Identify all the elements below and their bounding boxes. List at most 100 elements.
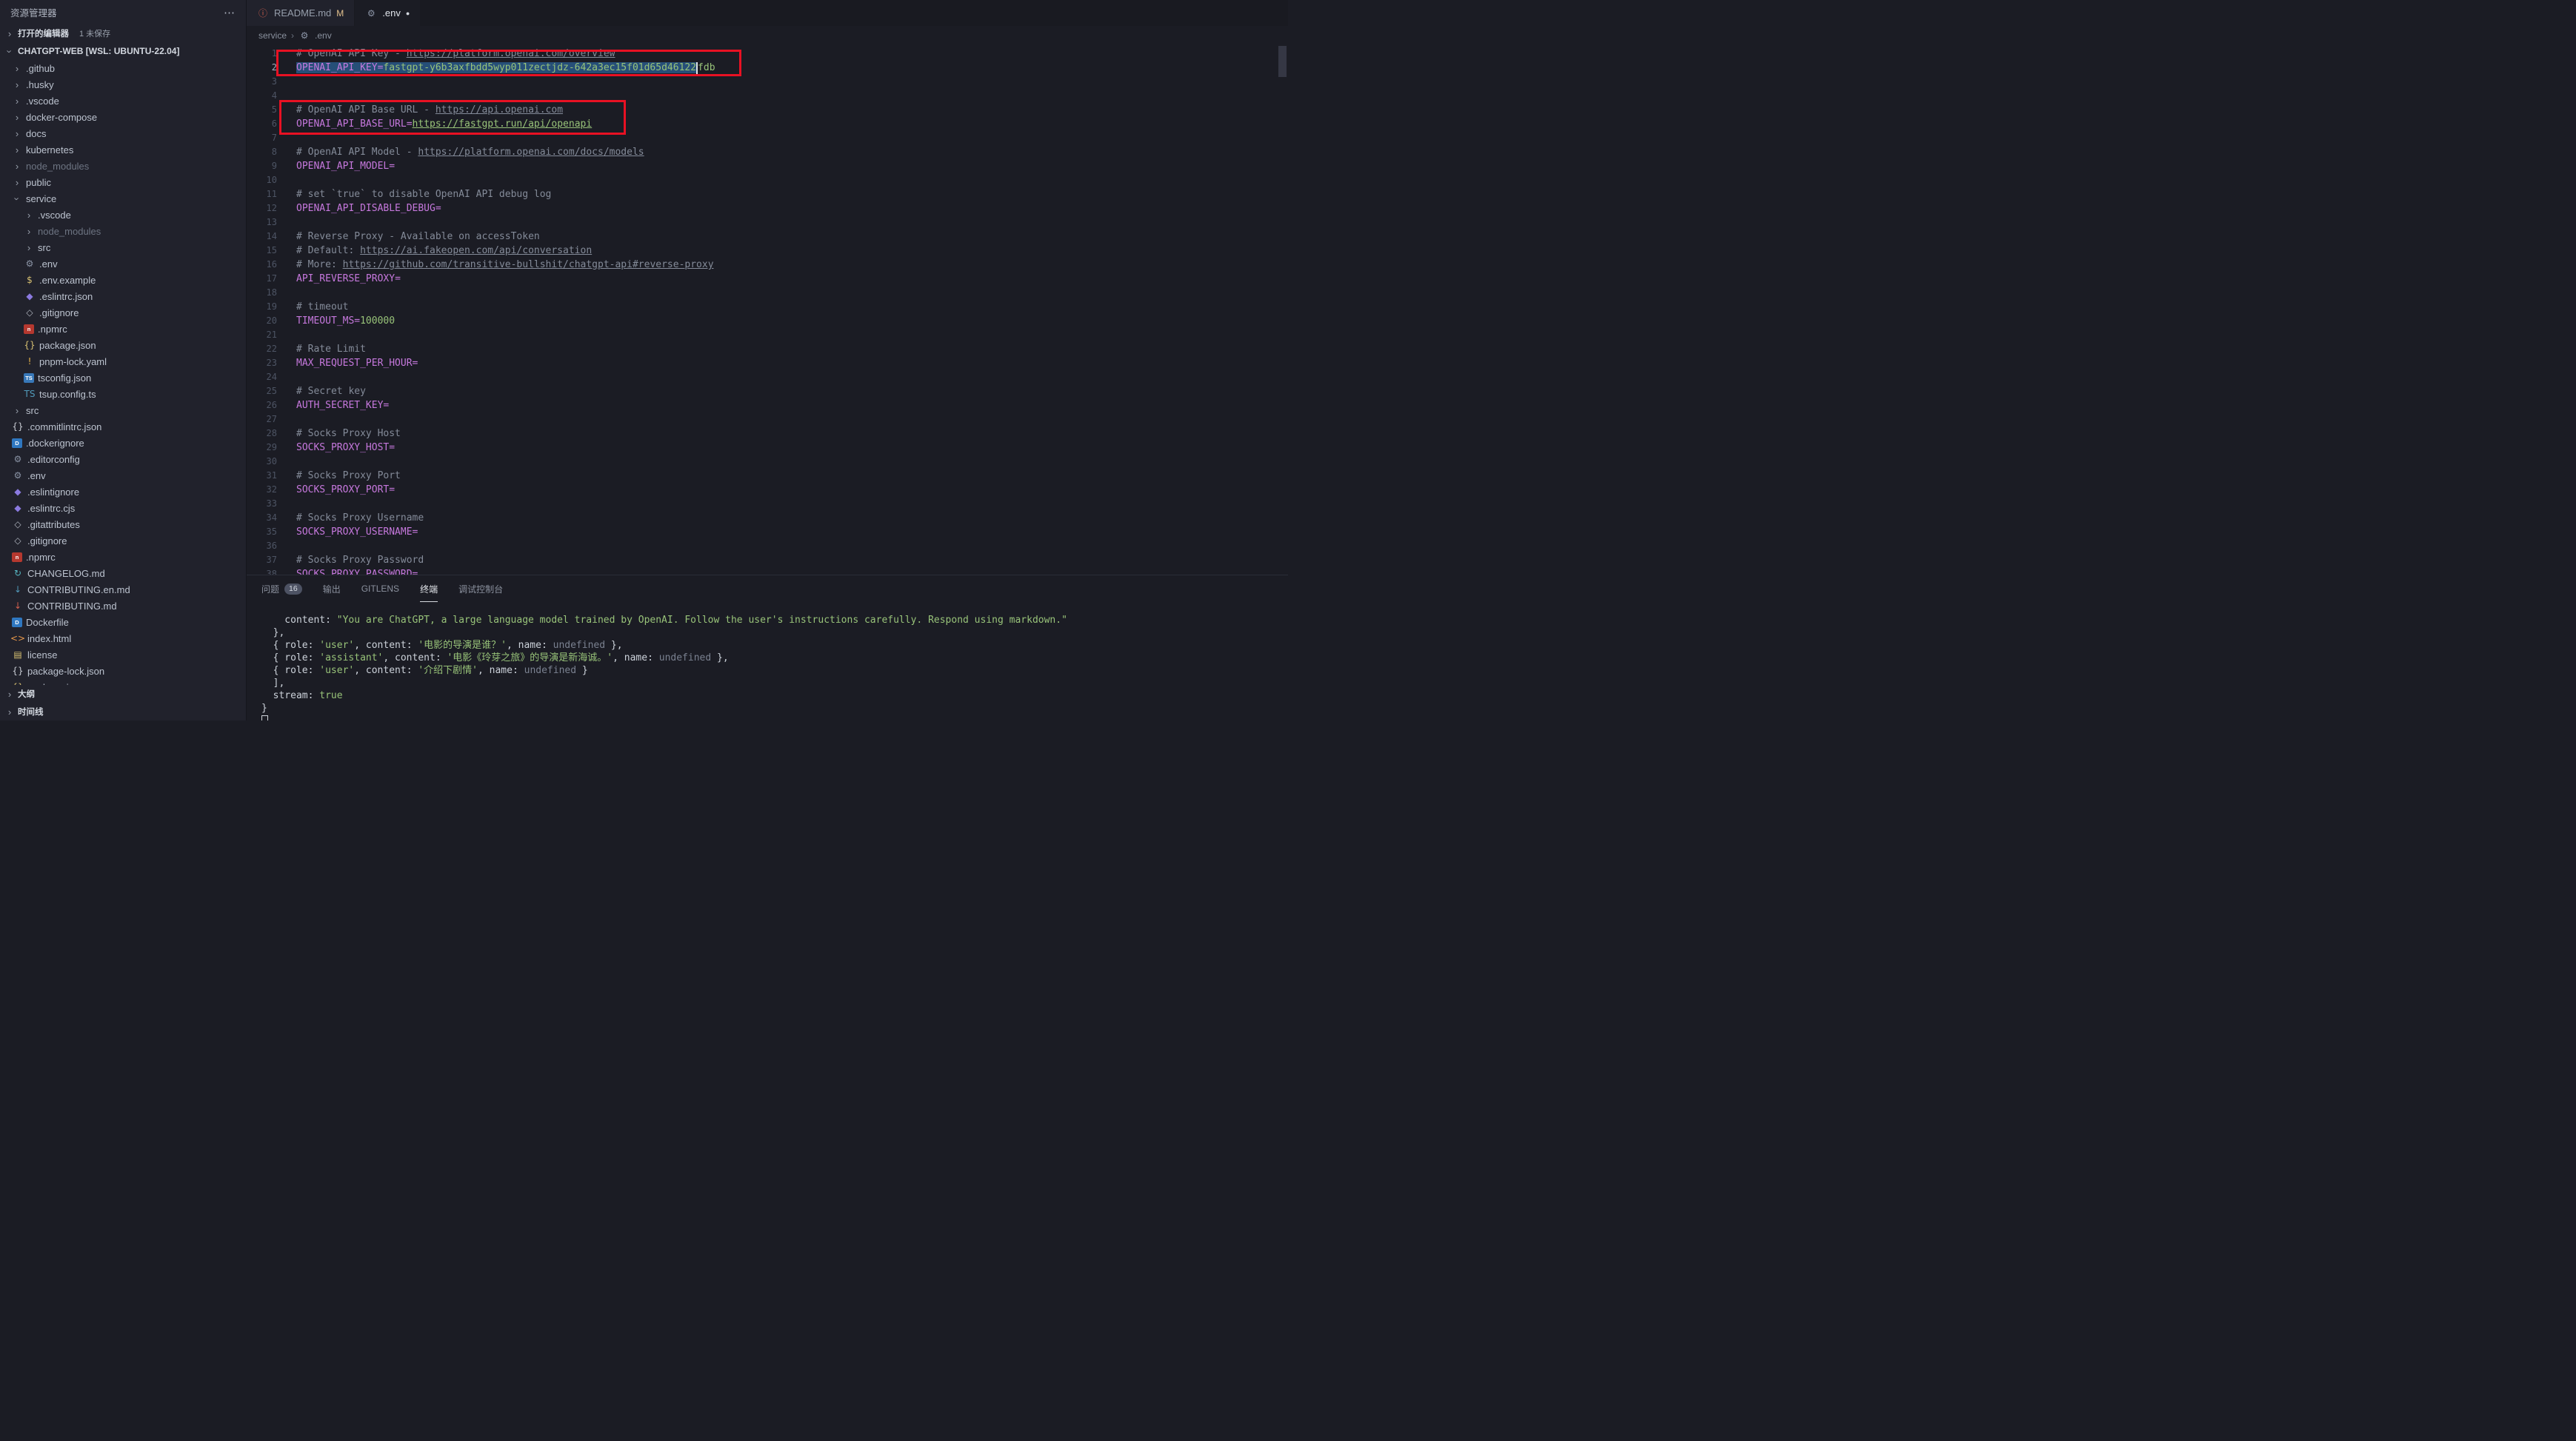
code-line[interactable]: 14# Reverse Proxy - Available on accessT…: [247, 230, 1288, 244]
code-line[interactable]: 13: [247, 215, 1288, 230]
terminal-line: { role: 'user', content: '电影的导演是谁？', nam…: [261, 639, 1288, 652]
tree-folder-docs[interactable]: ›docs: [0, 125, 246, 141]
code-text: # Rate Limit: [277, 342, 366, 356]
tree-file--gitattributes[interactable]: ◇.gitattributes: [0, 516, 246, 532]
dirty-indicator[interactable]: ●: [406, 10, 410, 17]
code-line[interactable]: 6OPENAI_API_BASE_URL=https://fastgpt.run…: [247, 117, 1288, 131]
tree-file--editorconfig[interactable]: ⚙.editorconfig: [0, 451, 246, 467]
line-number: 16: [247, 258, 277, 272]
code-line[interactable]: 25# Secret key: [247, 384, 1288, 398]
code-line[interactable]: 19# timeout: [247, 300, 1288, 314]
code-line[interactable]: 27: [247, 412, 1288, 427]
terminal-output[interactable]: content: "You are ChatGPT, a large langu…: [247, 602, 1288, 720]
tree-folder-docker-compose[interactable]: ›docker-compose: [0, 109, 246, 125]
code-line[interactable]: 29SOCKS_PROXY_HOST=: [247, 441, 1288, 455]
code-line[interactable]: 12OPENAI_API_DISABLE_DEBUG=: [247, 201, 1288, 215]
tree-file-package-json[interactable]: {}package.json: [0, 679, 246, 685]
code-line[interactable]: 32SOCKS_PROXY_PORT=: [247, 483, 1288, 497]
breadcrumb-item-service[interactable]: service: [258, 30, 287, 41]
code-line[interactable]: 35SOCKS_PROXY_USERNAME=: [247, 525, 1288, 539]
code-line[interactable]: 16# More: https://github.com/transitive-…: [247, 258, 1288, 272]
project-root-label: CHATGPT-WEB [WSL: UBUNTU-22.04]: [18, 46, 179, 56]
tree-file-contributing-md[interactable]: ↓CONTRIBUTING.md: [0, 598, 246, 614]
code-line[interactable]: 11# set `true` to disable OpenAI API deb…: [247, 187, 1288, 201]
code-line[interactable]: 8# OpenAI API Model - https://platform.o…: [247, 145, 1288, 159]
timeline-section-header[interactable]: › 时间线: [0, 703, 246, 720]
tree-folder-node-modules[interactable]: ›node_modules: [0, 158, 246, 174]
tree-folder-src[interactable]: ›src: [0, 239, 246, 255]
tree-file--gitignore[interactable]: ◇.gitignore: [0, 532, 246, 549]
code-line[interactable]: 23MAX_REQUEST_PER_HOUR=: [247, 356, 1288, 370]
code-line[interactable]: 26AUTH_SECRET_KEY=: [247, 398, 1288, 412]
code-line[interactable]: 37# Socks Proxy Password: [247, 553, 1288, 567]
tree-folder-service[interactable]: ›service: [0, 190, 246, 207]
tree-file--commitlintrc-json[interactable]: {}.commitlintrc.json: [0, 418, 246, 435]
panel-tab-gitlens[interactable]: GITLENS: [361, 575, 399, 602]
code-line[interactable]: 4: [247, 89, 1288, 103]
tree-file--env-example[interactable]: $.env.example: [0, 272, 246, 288]
tree-file--dockerignore[interactable]: D.dockerignore: [0, 435, 246, 451]
tree-folder-kubernetes[interactable]: ›kubernetes: [0, 141, 246, 158]
code-line[interactable]: 9OPENAI_API_MODEL=: [247, 159, 1288, 173]
tree-file--env[interactable]: ⚙.env: [0, 467, 246, 484]
tree-file--npmrc[interactable]: n.npmrc: [0, 549, 246, 565]
code-line[interactable]: 33: [247, 497, 1288, 511]
code-line[interactable]: 3: [247, 75, 1288, 89]
editor-scrollbar-thumb[interactable]: [1278, 46, 1287, 77]
tree-file-tsconfig-json[interactable]: TStsconfig.json: [0, 370, 246, 386]
tree-file-package-lock-json[interactable]: {}package-lock.json: [0, 663, 246, 679]
breadcrumb-item-env[interactable]: .env: [315, 30, 332, 41]
tree-file-contributing-en-md[interactable]: ↓CONTRIBUTING.en.md: [0, 581, 246, 598]
code-editor[interactable]: 1# OpenAI API Key - https://platform.ope…: [247, 45, 1288, 575]
code-line[interactable]: 2OPENAI_API_KEY=fastgpt-y6b3axfbdd5wyp01…: [247, 61, 1288, 75]
code-line[interactable]: 17API_REVERSE_PROXY=: [247, 272, 1288, 286]
tree-folder-node-modules[interactable]: ›node_modules: [0, 223, 246, 239]
outline-section-header[interactable]: › 大纲: [0, 685, 246, 703]
code-line[interactable]: 21: [247, 328, 1288, 342]
tree-file-package-json[interactable]: {}package.json: [0, 337, 246, 353]
code-line[interactable]: 34# Socks Proxy Username: [247, 511, 1288, 525]
tree-file-index-html[interactable]: <>index.html: [0, 630, 246, 646]
tab--env[interactable]: ⚙.env●: [355, 0, 421, 26]
tree-file--eslintrc-json[interactable]: ◆.eslintrc.json: [0, 288, 246, 304]
tree-folder-src[interactable]: ›src: [0, 402, 246, 418]
code-line[interactable]: 20TIMEOUT_MS=100000: [247, 314, 1288, 328]
tree-folder-public[interactable]: ›public: [0, 174, 246, 190]
tree-file-changelog-md[interactable]: ↻CHANGELOG.md: [0, 565, 246, 581]
code-line[interactable]: 7: [247, 131, 1288, 145]
tree-folder--husky[interactable]: ›.husky: [0, 76, 246, 93]
tree-folder--vscode[interactable]: ›.vscode: [0, 93, 246, 109]
panel-tab--[interactable]: 调试控制台: [458, 575, 503, 602]
code-line[interactable]: 28# Socks Proxy Host: [247, 427, 1288, 441]
panel-tab--[interactable]: 问题16: [261, 575, 302, 602]
more-actions-button[interactable]: ⋯: [224, 6, 236, 19]
code-line[interactable]: 10: [247, 173, 1288, 187]
code-line[interactable]: 31# Socks Proxy Port: [247, 469, 1288, 483]
tab-readme-md[interactable]: ⓘREADME.mdM: [247, 0, 355, 26]
tree-file-license[interactable]: ▤license: [0, 646, 246, 663]
code-line[interactable]: 1# OpenAI API Key - https://platform.ope…: [247, 47, 1288, 61]
tree-file--eslintignore[interactable]: ◆.eslintignore: [0, 484, 246, 500]
project-root-header[interactable]: › CHATGPT-WEB [WSL: UBUNTU-22.04]: [0, 42, 246, 60]
code-line[interactable]: 36: [247, 539, 1288, 553]
line-number: 7: [247, 131, 277, 145]
tree-file-tsup-config-ts[interactable]: TStsup.config.ts: [0, 386, 246, 402]
tree-file--env[interactable]: ⚙.env: [0, 255, 246, 272]
tree-folder--github[interactable]: ›.github: [0, 60, 246, 76]
tree-folder--vscode[interactable]: ›.vscode: [0, 207, 246, 223]
tree-file--gitignore[interactable]: ◇.gitignore: [0, 304, 246, 321]
panel-tab--[interactable]: 终端: [420, 575, 438, 602]
code-line[interactable]: 22# Rate Limit: [247, 342, 1288, 356]
tree-file--npmrc[interactable]: n.npmrc: [0, 321, 246, 337]
code-line[interactable]: 5# OpenAI API Base URL - https://api.ope…: [247, 103, 1288, 117]
code-line[interactable]: 24: [247, 370, 1288, 384]
tree-file-pnpm-lock-yaml[interactable]: !pnpm-lock.yaml: [0, 353, 246, 370]
code-line[interactable]: 30: [247, 455, 1288, 469]
code-line[interactable]: 15# Default: https://ai.fakeopen.com/api…: [247, 244, 1288, 258]
code-line[interactable]: 18: [247, 286, 1288, 300]
panel-tab--[interactable]: 输出: [323, 575, 341, 602]
tree-file-dockerfile[interactable]: DDockerfile: [0, 614, 246, 630]
open-editors-header[interactable]: › 打开的编辑器 1 未保存: [0, 24, 246, 42]
tree-file--eslintrc-cjs[interactable]: ◆.eslintrc.cjs: [0, 500, 246, 516]
code-line[interactable]: 38SOCKS_PROXY_PASSWORD=: [247, 567, 1288, 575]
